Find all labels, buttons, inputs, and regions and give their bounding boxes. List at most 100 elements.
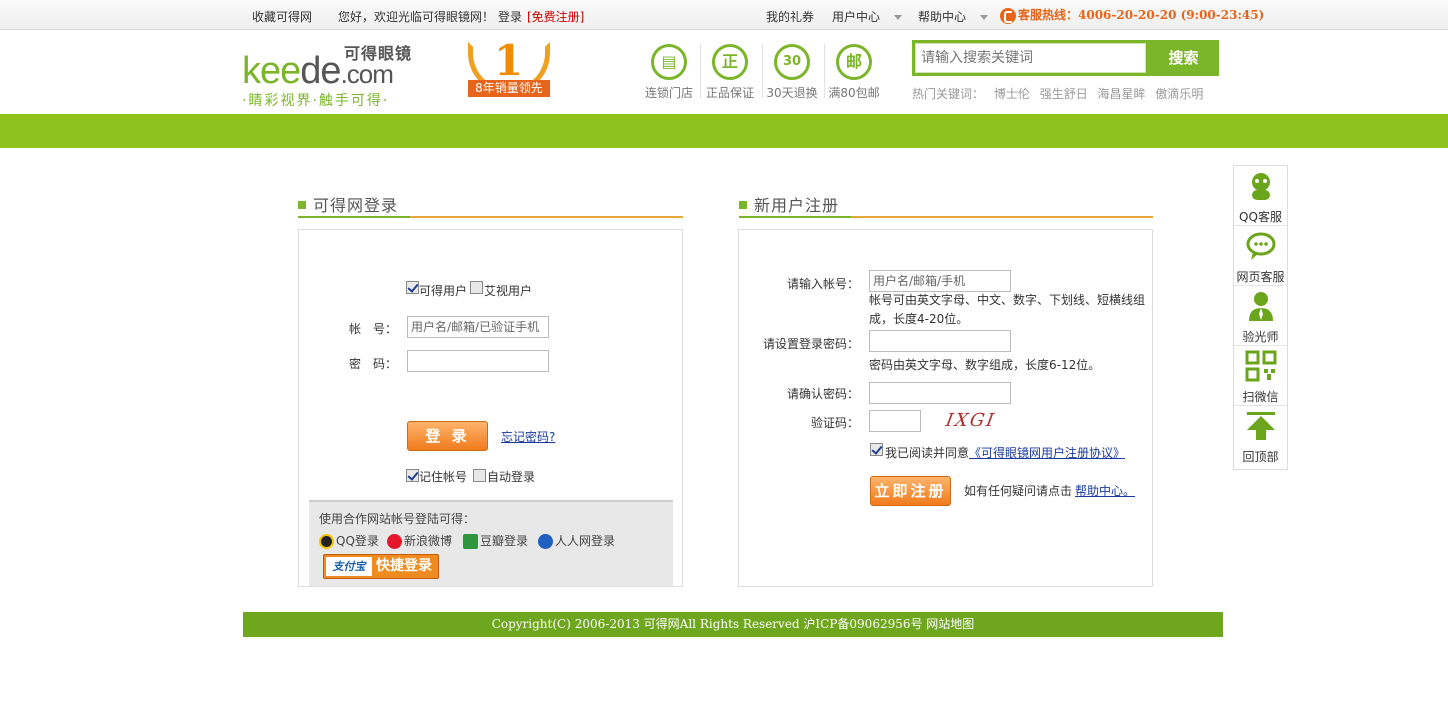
reg-confirm-input[interactable] — [869, 382, 1011, 404]
footer-copyright: Copyright(C) 2006-2013 可得网All Rights Res… — [243, 612, 1223, 637]
service-return[interactable]: 30 30天退换 — [762, 42, 822, 102]
title-underline — [298, 216, 410, 218]
side-item-label: 回顶部 — [1242, 450, 1279, 464]
store-icon: ▤ — [651, 44, 687, 80]
captcha-label: 验证码： — [811, 416, 860, 430]
alipay-quick-login-label: 快捷登录 — [376, 558, 432, 574]
partner-login-area: 使用合作网站帐号登陆可得： QQ登录 新浪微博 豆瓣登录 人人网登录 支付宝 快… — [309, 500, 673, 586]
side-float-toolbar: QQ客服 网页客服 验光师 扫微信 回顶部 — [1233, 165, 1288, 470]
title-underline — [739, 216, 851, 218]
side-optometrist[interactable]: 验光师 — [1234, 286, 1287, 346]
genuine-icon: 正 — [712, 44, 748, 80]
renren-login-link[interactable]: 人人网登录 — [538, 532, 615, 549]
remember-account-checkbox[interactable] — [406, 469, 419, 482]
captcha-input[interactable] — [869, 410, 921, 432]
alipay-quick-login-button[interactable]: 支付宝 快捷登录 — [323, 554, 439, 579]
hot-keyword-link[interactable]: 强生舒日 — [1040, 87, 1088, 101]
return-30-icon: 30 — [774, 44, 810, 80]
bullet-square-icon — [298, 201, 306, 209]
reg-password-input[interactable] — [869, 330, 1011, 352]
login-title: 可得网登录 — [313, 196, 399, 215]
qq-service-icon — [1252, 173, 1270, 200]
service-free-shipping[interactable]: 邮 满80包邮 — [824, 42, 884, 102]
search-input[interactable] — [915, 43, 1146, 73]
hotline-text: 客服热线：4006-20-20-20 (9:00-23:45) — [1018, 8, 1265, 22]
reg-confirm-label: 请确认密码： — [787, 387, 860, 401]
side-qq-service[interactable]: QQ客服 — [1234, 166, 1287, 226]
weibo-login-link[interactable]: 新浪微博 — [387, 532, 452, 549]
register-link[interactable]: [免费注册] — [527, 8, 584, 25]
agree-terms-text: 我已阅读并同意 — [885, 446, 970, 460]
aishi-user-label: 艾视用户 — [484, 284, 533, 298]
forgot-password-link[interactable]: 忘记密码? — [501, 428, 555, 445]
reg-password-label: 请设置登录密码： — [763, 337, 860, 351]
site-logo[interactable]: 可得眼镜 keede.com ·睛彩视界·触手可得· — [242, 36, 412, 109]
register-title: 新用户注册 — [754, 196, 840, 215]
service-label: 满80包邮 — [828, 86, 880, 100]
side-item-label: QQ客服 — [1239, 210, 1282, 224]
side-web-service[interactable]: 网页客服 — [1234, 226, 1287, 286]
register-panel: 请输入帐号： 用户名/邮箱/手机 帐号可由英文字母、中文、数字、下划线、短横线组… — [738, 229, 1153, 587]
captcha-image[interactable]: IXGI — [944, 410, 997, 431]
optometrist-icon — [1249, 292, 1273, 321]
reg-account-label: 请输入帐号： — [787, 277, 860, 291]
chat-bubble-icon — [1246, 232, 1276, 260]
weibo-icon — [387, 534, 402, 549]
service-genuine[interactable]: 正 正品保证 — [700, 42, 760, 102]
partner-intro: 使用合作网站帐号登陆可得： — [319, 512, 476, 526]
register-button[interactable]: 立即注册 — [870, 476, 951, 506]
reg-password-hint: 密码由英文字母、数字组成，长度6-12位。 — [869, 358, 1101, 372]
logo-wordmark: keede.com — [242, 50, 394, 92]
help-question-text: 如有任何疑问请点击 — [964, 484, 1073, 498]
reg-account-hint: 帐号可由英文字母、中文、数字、下划线、短横线组成，长度4-20位。 — [869, 293, 1146, 326]
hot-keyword-link[interactable]: 海昌星眸 — [1098, 87, 1146, 101]
service-label: 连锁门店 — [644, 86, 693, 100]
agree-terms-checkbox[interactable] — [870, 443, 883, 456]
user-center-menu[interactable]: 用户中心 — [832, 8, 903, 25]
douban-icon — [463, 534, 478, 549]
qq-login-label: QQ登录 — [336, 534, 379, 548]
password-label: 密 码： — [349, 357, 398, 371]
phone-icon — [1000, 7, 1016, 24]
auto-login-label: 自动登录 — [487, 470, 536, 484]
service-store[interactable]: ▤ 连锁门店 — [639, 42, 699, 102]
alipay-logo: 支付宝 — [326, 557, 372, 576]
side-item-label: 网页客服 — [1236, 270, 1285, 284]
user-center-label: 用户中心 — [832, 10, 881, 24]
reg-account-input[interactable]: 用户名/邮箱/手机 — [869, 270, 1011, 292]
douban-login-link[interactable]: 豆瓣登录 — [463, 532, 528, 549]
keede-user-label: 可得用户 — [419, 284, 468, 298]
hot-keyword-link[interactable]: 博士伦 — [994, 87, 1030, 101]
terms-link[interactable]: 《可得眼镜网用户注册协议》 — [969, 444, 1125, 461]
bullet-square-icon — [739, 201, 747, 209]
login-link[interactable]: 登录 — [498, 8, 522, 25]
add-favorite-link[interactable]: 收藏可得网 — [252, 8, 312, 25]
help-center-label: 帮助中心 — [918, 10, 967, 24]
renren-icon — [538, 534, 553, 549]
hot-keyword-link[interactable]: 傲滴乐明 — [1155, 87, 1203, 101]
hotline: 客服热线：4006-20-20-20 (9:00-23:45) — [1000, 6, 1264, 24]
chevron-down-icon — [980, 15, 989, 20]
side-wechat-qr[interactable]: 扫微信 — [1234, 346, 1287, 406]
login-password-input[interactable] — [407, 350, 549, 372]
qq-icon — [319, 534, 334, 549]
help-center-link[interactable]: 帮助中心。 — [1075, 482, 1135, 499]
login-section-title: 可得网登录 — [298, 192, 683, 218]
top-bar: 收藏可得网 您好，欢迎光临可得眼镜网！ 登录 [免费注册] 我的礼券 用户中心 … — [0, 0, 1448, 30]
side-back-to-top[interactable]: 回顶部 — [1234, 406, 1287, 466]
auto-login-checkbox[interactable] — [473, 469, 486, 482]
qq-login-link[interactable]: QQ登录 — [319, 532, 379, 549]
chevron-down-icon — [894, 15, 903, 20]
search-button[interactable]: 搜索 — [1148, 40, 1219, 76]
hot-keywords-label: 热门关键词： — [912, 87, 985, 101]
aishi-user-checkbox[interactable] — [470, 281, 483, 294]
keede-user-checkbox[interactable] — [406, 281, 419, 294]
account-label: 帐 号： — [349, 322, 398, 336]
sales-leader-badge: 1 8年销量领先 — [454, 36, 564, 106]
login-button[interactable]: 登 录 — [407, 421, 488, 451]
qr-code-icon — [1245, 350, 1277, 382]
hot-keywords: 热门关键词： 博士伦 强生舒日 海昌星眸 傲滴乐明 — [912, 85, 1203, 102]
login-account-input[interactable]: 用户名/邮箱/已验证手机 — [407, 316, 549, 338]
my-gifts-link[interactable]: 我的礼券 — [766, 8, 814, 25]
help-center-menu[interactable]: 帮助中心 — [918, 8, 989, 25]
